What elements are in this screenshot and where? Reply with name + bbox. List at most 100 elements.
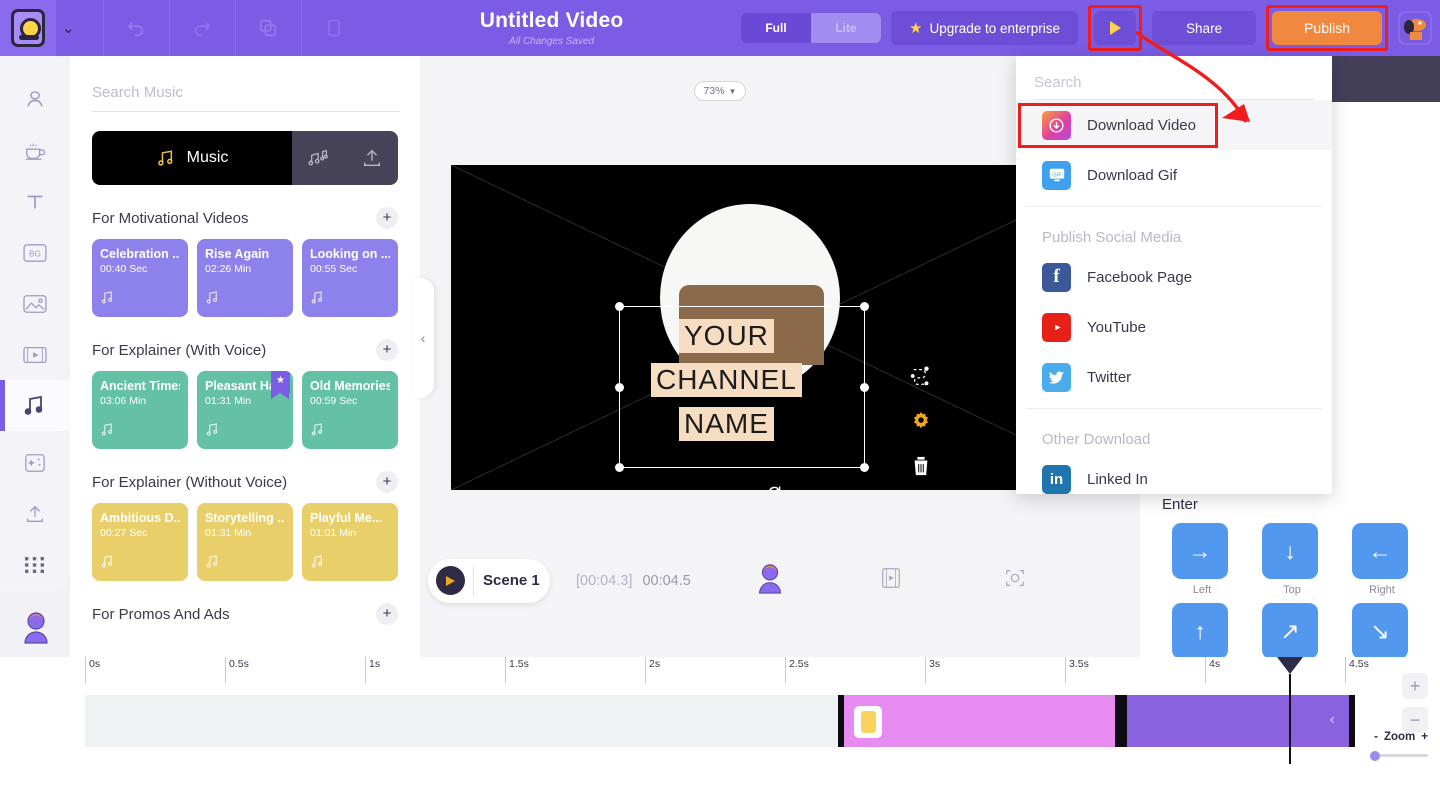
- sidebar-item-video[interactable]: [0, 329, 70, 380]
- music-card[interactable]: Ancient Times 03:06 Min: [92, 371, 188, 449]
- share-button[interactable]: Share: [1152, 11, 1257, 45]
- delete-button[interactable]: [911, 455, 931, 482]
- music-card-title: Looking on ...: [310, 247, 390, 261]
- other-download-section-title: Other Download: [1042, 431, 1151, 448]
- resize-handle-ml[interactable]: [615, 383, 624, 392]
- sidebar-item-background[interactable]: BG: [0, 227, 70, 278]
- slider-thumb[interactable]: [1370, 750, 1380, 761]
- publish-button[interactable]: Publish: [1272, 11, 1382, 45]
- music-card[interactable]: Pleasant Ha... 01:31 Min ★: [197, 371, 293, 449]
- upgrade-to-enterprise-button[interactable]: ★ Upgrade to enterprise: [891, 11, 1079, 45]
- add-music-button[interactable]: +: [376, 471, 398, 493]
- music-card-row: Celebration ... 00:40 Sec Rise Again 02:26 …: [92, 239, 398, 317]
- menu-item-linkedin[interactable]: in Linked In: [1016, 454, 1332, 504]
- menu-item-facebook[interactable]: f Facebook Page: [1016, 252, 1332, 302]
- menu-item-download-gif[interactable]: GIF Download Gif: [1016, 150, 1332, 200]
- music-card[interactable]: Ambitious D... 00:27 Sec: [92, 503, 188, 581]
- timeline-zoom-slider[interactable]: [1370, 750, 1428, 761]
- add-music-button[interactable]: +: [376, 339, 398, 361]
- resize-handle-tr[interactable]: [860, 302, 869, 311]
- enter-direction-tile[interactable]: ↗: [1262, 603, 1318, 657]
- enter-direction-tile[interactable]: ↘: [1352, 603, 1408, 657]
- redo-button[interactable]: [169, 0, 235, 56]
- collapse-panel-button[interactable]: ‹: [412, 278, 434, 398]
- chevron-left-icon[interactable]: ‹: [1330, 711, 1335, 729]
- publish-menu-search-input[interactable]: [1034, 74, 1314, 91]
- resize-handle-br[interactable]: [860, 463, 869, 472]
- timeline-zoom-in-button[interactable]: +: [1402, 673, 1428, 699]
- mode-full-option[interactable]: Full: [741, 13, 812, 43]
- sidebar-item-music[interactable]: [0, 380, 70, 431]
- resize-handle-bl[interactable]: [615, 463, 624, 472]
- tab-sound-effects[interactable]: [292, 131, 345, 185]
- mode-toggle[interactable]: Full Lite: [741, 13, 882, 43]
- sidebar-item-images[interactable]: [0, 278, 70, 329]
- add-music-button[interactable]: +: [376, 207, 398, 229]
- preview-play-button[interactable]: [1094, 11, 1137, 45]
- enter-direction-tile[interactable]: ↑: [1172, 603, 1228, 657]
- sidebar-item-apps[interactable]: [0, 539, 70, 590]
- featured-ribbon-icon: ★: [271, 371, 290, 399]
- resize-handle-tl[interactable]: [615, 302, 624, 311]
- canvas-text-line-1[interactable]: YOUR: [679, 319, 774, 353]
- menu-item-download-video[interactable]: Download Video: [1016, 100, 1332, 150]
- sidebar-item-text[interactable]: [0, 176, 70, 227]
- publish-menu-search-row: [1034, 74, 1314, 100]
- timeline-track[interactable]: ‹: [85, 695, 1355, 747]
- timeline-zoom-out-button[interactable]: −: [1402, 707, 1428, 733]
- tab-upload-music[interactable]: [345, 131, 398, 185]
- sidebar-item-upload[interactable]: [0, 488, 70, 539]
- zoom-plus-label[interactable]: +: [1421, 731, 1428, 743]
- timeline-character-avatar[interactable]: [18, 609, 54, 645]
- timeline-playhead[interactable]: [1277, 657, 1303, 764]
- zoom-minus-label[interactable]: -: [1374, 731, 1378, 743]
- music-card[interactable]: Looking on ... 00:55 Sec: [302, 239, 398, 317]
- timeline-clip-scene[interactable]: ‹: [1121, 695, 1355, 747]
- tab-music[interactable]: Music: [92, 131, 292, 185]
- youtube-icon: [1042, 312, 1071, 342]
- scene-video-button[interactable]: [879, 566, 903, 595]
- chevron-down-icon[interactable]: ⌄: [62, 19, 75, 37]
- sidebar-item-characters[interactable]: [0, 74, 70, 125]
- timeline-clip-audio[interactable]: [838, 695, 1121, 747]
- enter-direction-tile[interactable]: →: [1172, 523, 1228, 579]
- music-card[interactable]: Old Memories 00:59 Sec: [302, 371, 398, 449]
- app-logo[interactable]: [0, 0, 56, 56]
- scene-focus-button[interactable]: [1003, 566, 1027, 595]
- enter-direction-tile[interactable]: ↓: [1262, 523, 1318, 579]
- music-card[interactable]: Playful Me... 01:01 Min: [302, 503, 398, 581]
- scene-play-button[interactable]: [436, 566, 465, 595]
- enter-direction-tile[interactable]: ←: [1352, 523, 1408, 579]
- resize-handle-mr[interactable]: [860, 383, 869, 392]
- duplicate-button[interactable]: [235, 0, 301, 56]
- menu-item-label: YouTube: [1087, 318, 1146, 336]
- sidebar-item-props[interactable]: [0, 125, 70, 176]
- scene-character-button[interactable]: [753, 560, 787, 601]
- sidebar-item-effects[interactable]: [0, 437, 70, 488]
- notes-button[interactable]: [301, 0, 367, 56]
- playhead-handle[interactable]: [1277, 657, 1303, 674]
- animate-button[interactable]: [909, 365, 933, 392]
- publish-label: Publish: [1304, 20, 1350, 36]
- user-avatar[interactable]: [1398, 11, 1432, 45]
- music-card[interactable]: Celebration ... 00:40 Sec: [92, 239, 188, 317]
- rotate-handle[interactable]: [765, 483, 783, 490]
- mode-lite-option[interactable]: Lite: [811, 13, 882, 43]
- search-music-input[interactable]: [92, 84, 400, 101]
- undo-button[interactable]: [103, 0, 169, 56]
- music-card[interactable]: Storytelling ... 01:31 Min: [197, 503, 293, 581]
- scene-item[interactable]: Scene 1: [428, 558, 550, 603]
- settings-button[interactable]: [910, 410, 932, 437]
- canvas-text-line-3[interactable]: NAME: [679, 407, 774, 441]
- canvas-zoom-selector[interactable]: 73% ▼: [694, 81, 746, 101]
- timeline-ruler[interactable]: 0s 0.5s 1s 1.5s 2s 2.5s 3s 3.5s 4s 4.5s: [85, 657, 1369, 683]
- menu-item-youtube[interactable]: YouTube: [1016, 302, 1332, 352]
- music-note-icon: [157, 149, 173, 166]
- canvas-text-line-2[interactable]: CHANNEL: [651, 363, 802, 397]
- coffee-cup-icon: [25, 143, 46, 160]
- add-music-button[interactable]: +: [376, 603, 398, 625]
- music-card[interactable]: Rise Again 02:26 Min: [197, 239, 293, 317]
- enter-direction-item: ← Right: [1352, 523, 1412, 596]
- timeline-tick: 3s: [925, 657, 940, 683]
- menu-item-twitter[interactable]: Twitter: [1016, 352, 1332, 402]
